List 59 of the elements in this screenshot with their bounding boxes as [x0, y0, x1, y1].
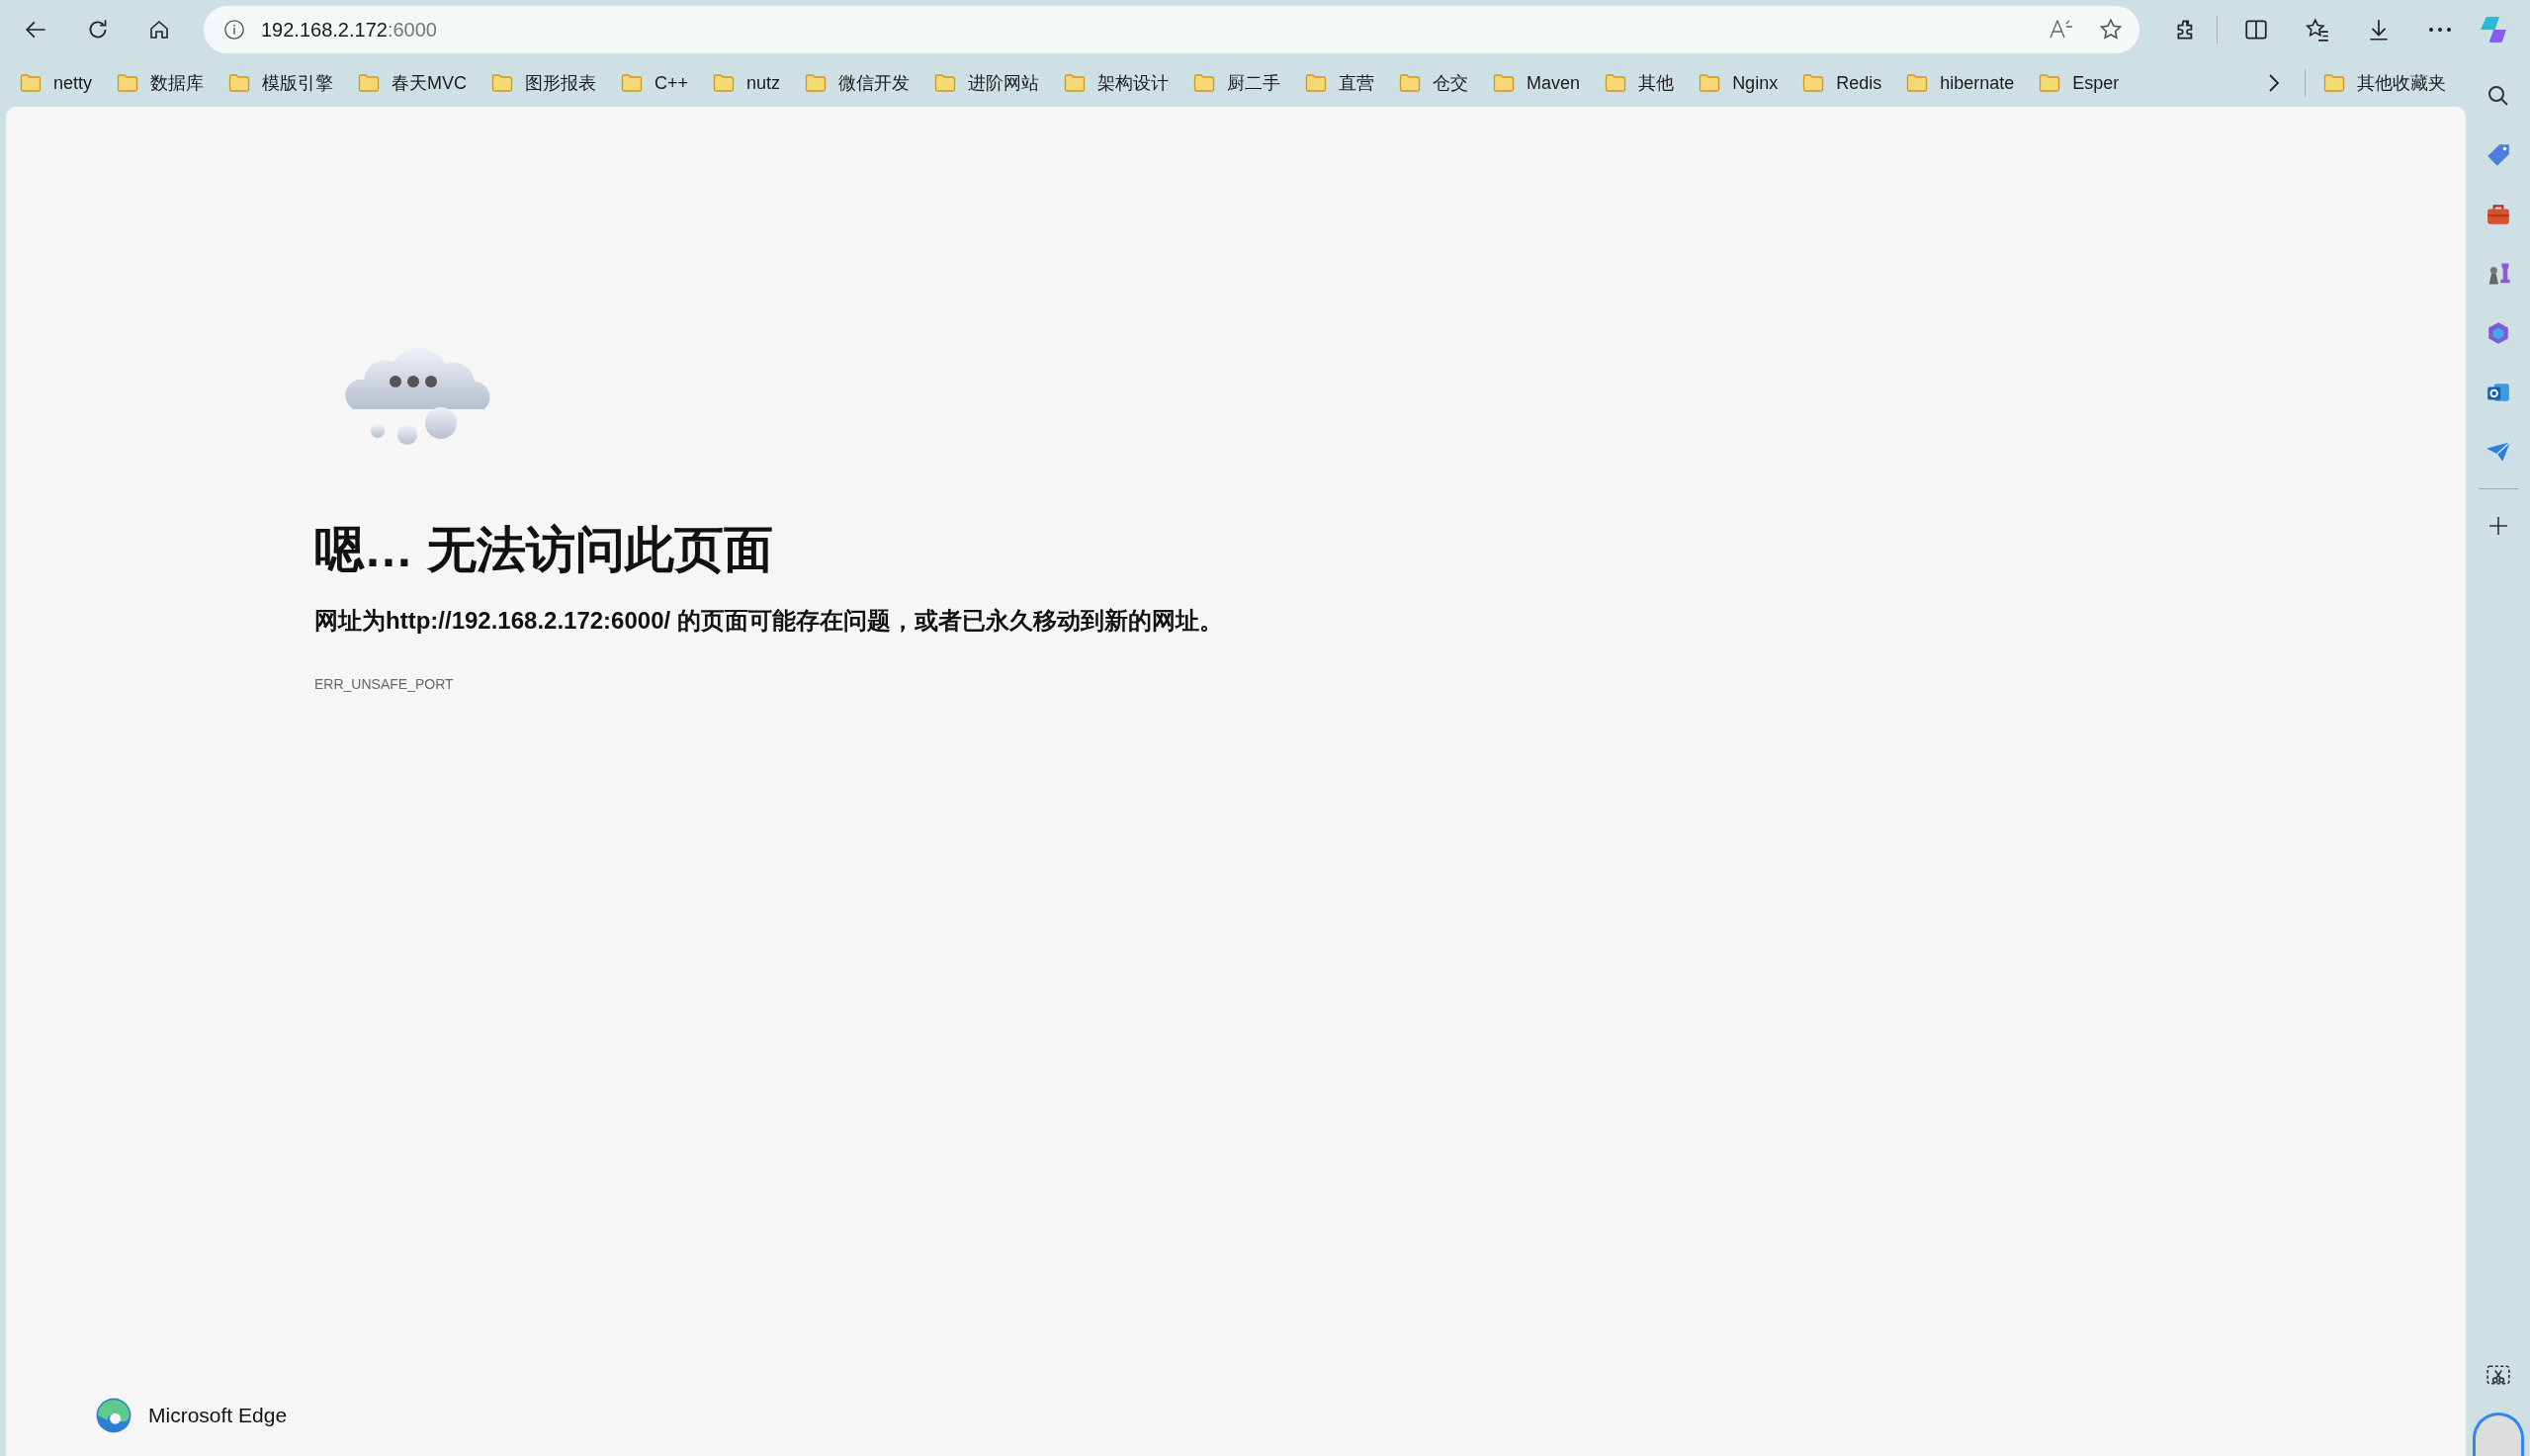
folder-icon: [1699, 73, 1721, 93]
folder-icon: [1305, 73, 1328, 93]
info-icon[interactable]: [223, 19, 245, 41]
bookmark-folder[interactable]: 其他: [1595, 67, 1685, 99]
folder-icon: [805, 73, 828, 93]
folder-icon: [621, 73, 644, 93]
folder-icon: [228, 73, 251, 93]
folder-icon: [358, 73, 381, 93]
bookmark-folder[interactable]: 春天MVC: [348, 67, 478, 99]
folder-icon: [713, 73, 736, 93]
folder-icon: [2323, 73, 2345, 93]
bookmark-folder[interactable]: hibernate: [1896, 67, 2025, 99]
error-message: 网址为http://192.168.2.172:6000/ 的页面可能存在问题，或者已永久移动到新的网址。: [314, 606, 1224, 636]
folder-icon: [491, 73, 514, 93]
browser-name: Microsoft Edge: [148, 1403, 288, 1429]
bookmark-folder[interactable]: 数据库: [107, 67, 215, 99]
bookmark-folder[interactable]: netty: [10, 67, 103, 99]
folder-icon: [934, 73, 957, 93]
split-screen-icon: [2243, 17, 2269, 43]
favorites-icon: [2305, 17, 2330, 43]
bookmark-folder[interactable]: 架构设计: [1054, 67, 1179, 99]
bookmark-folder[interactable]: 微信开发: [795, 67, 920, 99]
more-icon: [2428, 27, 2452, 33]
bookmark-folder[interactable]: Redis: [1792, 67, 1892, 99]
send-icon: [2485, 440, 2511, 464]
folder-icon: [1906, 73, 1929, 93]
folder-icon: [1064, 73, 1087, 93]
bookmark-folder[interactable]: C++: [611, 67, 699, 99]
folder-icon: [1493, 73, 1516, 93]
chevron-right-icon: [2267, 73, 2281, 93]
home-icon: [147, 18, 171, 42]
search-icon: [2486, 84, 2510, 108]
add-icon: [2487, 516, 2508, 536]
url-text: 192.168.2.172: [261, 18, 388, 43]
browser-logo-icon: [95, 1397, 132, 1434]
bookmark-folder[interactable]: Esper: [2029, 67, 2130, 99]
bookmark-folder[interactable]: 图形报表: [481, 67, 607, 99]
folder-icon: [2039, 73, 2061, 93]
bookmark-folder[interactable]: nutz: [703, 67, 791, 99]
bookmark-folder[interactable]: 直营: [1295, 67, 1385, 99]
bookmark-folder[interactable]: Maven: [1483, 67, 1591, 99]
folder-icon: [20, 73, 42, 93]
bookmark-folder[interactable]: 模版引擎: [218, 67, 344, 99]
folder-icon: [1399, 73, 1422, 93]
error-code: ERR_UNSAFE_PORT: [314, 675, 455, 694]
url-port-text: :6000: [387, 18, 437, 43]
folder-icon: [1193, 73, 1216, 93]
bookmark-folder[interactable]: 进阶网站: [924, 67, 1050, 99]
star-icon[interactable]: [2098, 17, 2124, 43]
address-bar[interactable]: 192.168.2.172:6000: [204, 6, 2139, 53]
bookmark-folder[interactable]: Nginx: [1689, 67, 1788, 99]
toolbox-icon: [2485, 203, 2511, 226]
folder-icon: [1802, 73, 1825, 93]
folder-icon: [1605, 73, 1627, 93]
other-favorites-folder[interactable]: 其他收藏夹: [2313, 67, 2456, 99]
bookmark-folder[interactable]: 仓交: [1389, 67, 1479, 99]
error-title: 嗯… 无法访问此页面: [314, 521, 774, 579]
bookmark-folder[interactable]: 厨二手: [1183, 67, 1291, 99]
folder-icon: [117, 73, 139, 93]
